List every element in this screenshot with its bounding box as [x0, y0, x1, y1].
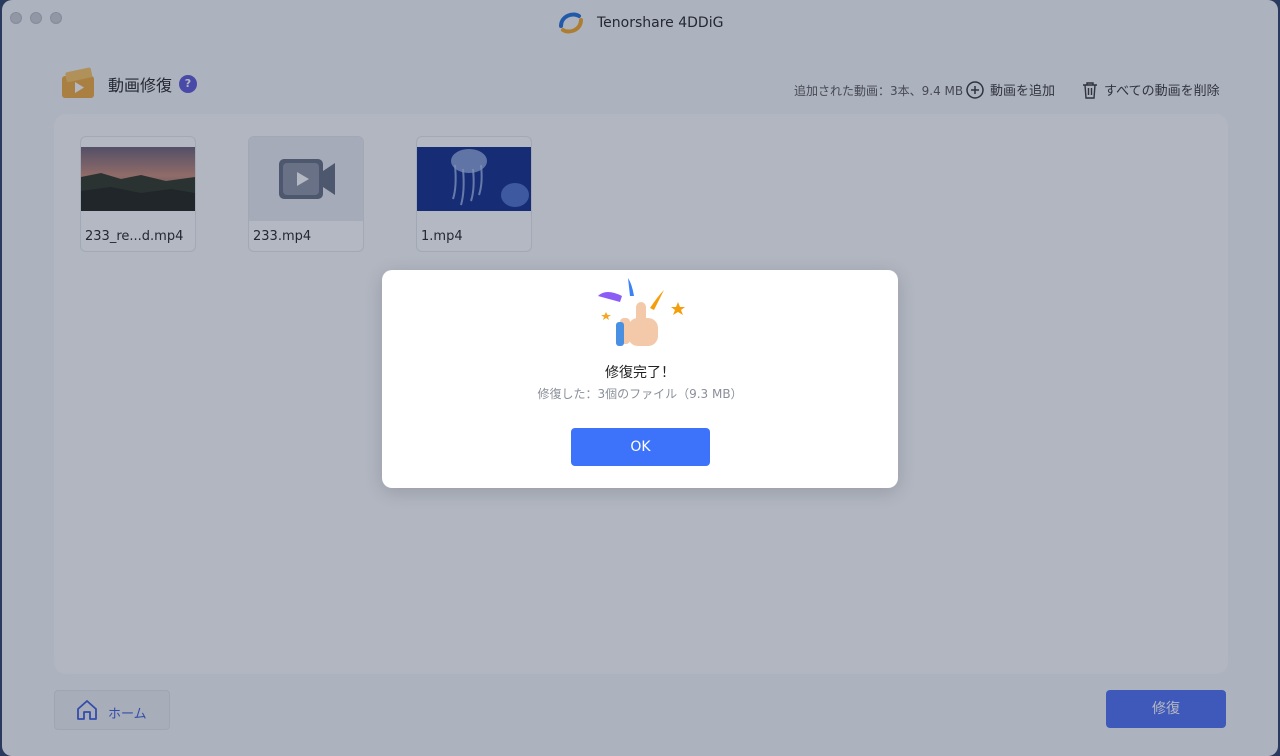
dialog-subtitle: 修復した：3個のファイル（9.3 MB） [537, 387, 743, 401]
dialog-title: 修復完了！ [605, 365, 675, 381]
thumbs-up-illustration [598, 278, 685, 346]
ok-button[interactable]: OK [571, 428, 710, 466]
repair-complete-dialog: 修復完了！ 修復した：3個のファイル（9.3 MB） OK [382, 270, 898, 488]
